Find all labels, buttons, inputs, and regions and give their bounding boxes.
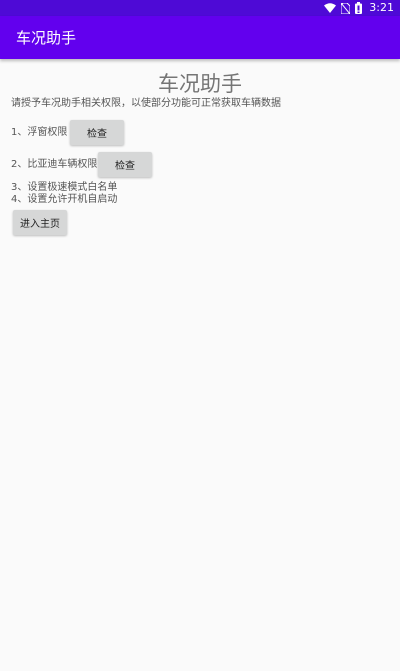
page-title: 车况助手 xyxy=(158,72,242,96)
check-byd-permission-button[interactable]: 检查 xyxy=(98,152,152,177)
enter-home-button[interactable]: 进入主页 xyxy=(13,210,67,235)
app-bar-title: 车况助手 xyxy=(16,29,77,47)
battery-icon xyxy=(355,2,363,14)
check-floating-window-button[interactable]: 检查 xyxy=(70,120,124,145)
status-icons: 3:21 xyxy=(324,1,394,15)
wifi-icon xyxy=(324,3,337,13)
byd-vehicle-permission-label: 2、比亚迪车辆权限 xyxy=(11,159,98,170)
autostart-label: 4、设置允许开机自启动 xyxy=(11,194,118,205)
permission-intro-text: 请授予车况助手相关权限，以使部分功能可正常获取车辆数据 xyxy=(11,98,281,109)
status-bar: 3:21 xyxy=(0,0,400,16)
floating-window-permission-label: 1、浮窗权限 xyxy=(11,127,68,138)
status-time: 3:21 xyxy=(369,1,394,14)
no-sim-icon xyxy=(341,2,351,14)
app-bar: 车况助手 xyxy=(0,16,400,59)
